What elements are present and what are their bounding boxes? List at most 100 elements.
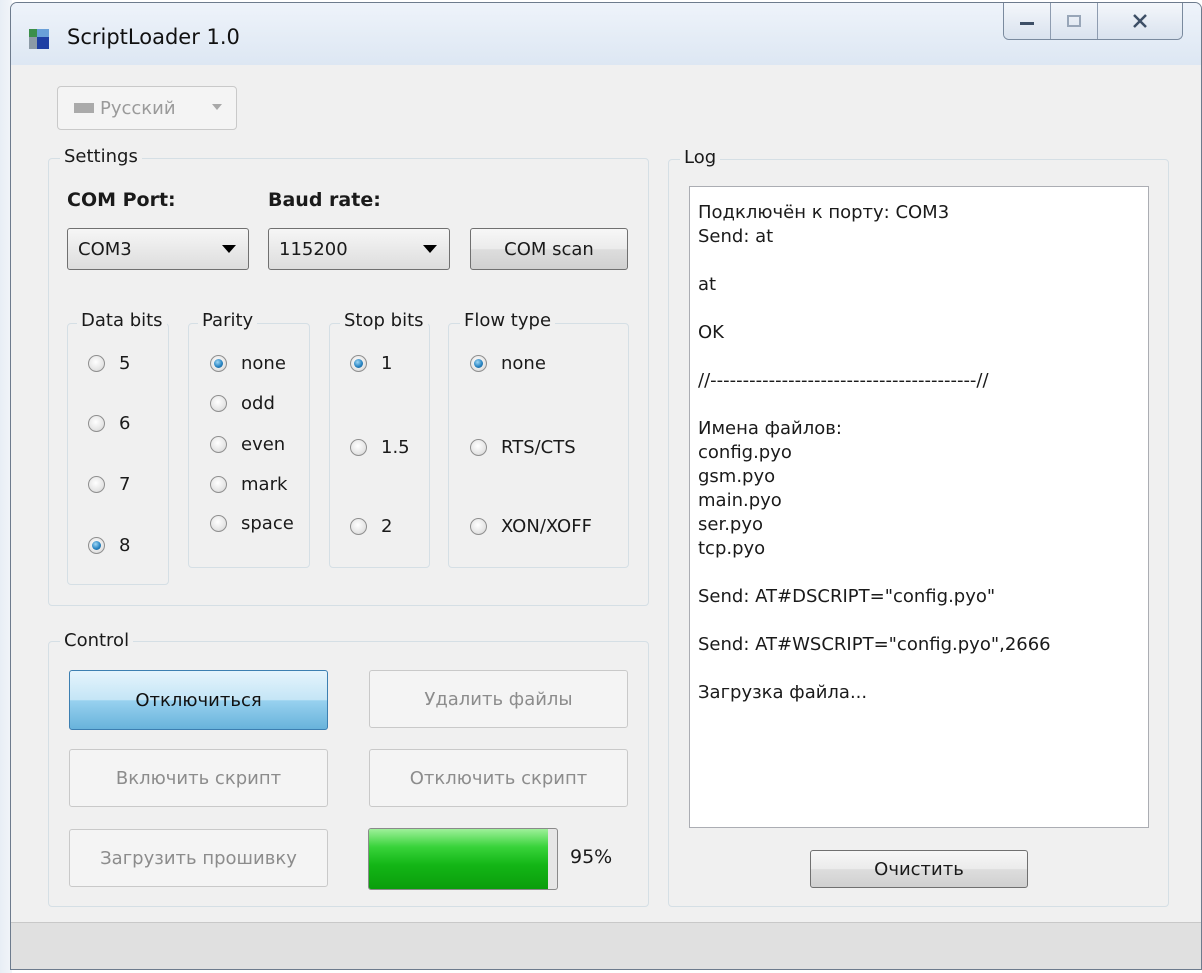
log-line: ser.pyo: [698, 514, 764, 535]
enable-script-button[interactable]: Включить скрипт: [69, 749, 328, 807]
language-value: Русский: [100, 97, 176, 119]
radio-indicator: [88, 355, 105, 372]
stop-bits-legend: Stop bits: [340, 310, 428, 331]
clear-log-button[interactable]: Очистить: [810, 850, 1028, 888]
log-line: Загрузка файла...: [698, 682, 868, 703]
log-line: Send: AT#DSCRIPT="config.pyo": [698, 586, 996, 607]
radio-indicator: [350, 439, 367, 456]
upload-progress-bar: [368, 828, 558, 890]
close-icon: [1133, 14, 1147, 28]
maximize-button[interactable]: [1051, 3, 1098, 39]
radio-indicator: [210, 476, 227, 493]
minimize-icon: [1020, 22, 1034, 25]
stop-bits-2-radio[interactable]: 2: [350, 516, 392, 537]
log-line: Send: AT#WSCRIPT="config.pyo",2666: [698, 634, 1051, 655]
stop-bits-1-5-radio[interactable]: 1.5: [350, 437, 410, 458]
chevron-down-icon: [222, 245, 236, 253]
flag-icon: [74, 103, 94, 113]
data-bits-6-radio[interactable]: 6: [88, 413, 130, 434]
data-bits-5-radio[interactable]: 5: [88, 353, 130, 374]
parity-mark-radio[interactable]: mark: [210, 474, 287, 495]
com-port-label: COM Port:: [67, 189, 176, 211]
radio-label: RTS/CTS: [501, 437, 576, 458]
chevron-down-icon: [423, 245, 437, 253]
radio-label: 8: [119, 535, 131, 556]
baud-rate-label: Baud rate:: [268, 189, 381, 211]
flow-rts-cts-radio[interactable]: RTS/CTS: [470, 437, 576, 458]
close-button[interactable]: [1098, 3, 1182, 39]
radio-label: 2: [381, 516, 393, 537]
radio-label: 1.5: [381, 437, 410, 458]
baud-rate-value: 115200: [279, 238, 348, 260]
baud-rate-select[interactable]: 115200: [268, 228, 450, 270]
radio-indicator: [470, 518, 487, 535]
disable-script-button[interactable]: Отключить скрипт: [369, 749, 628, 807]
radio-label: mark: [241, 474, 288, 495]
progress-percent-label: 95%: [570, 846, 613, 868]
radio-indicator: [210, 436, 227, 453]
log-line: Send: at: [698, 226, 774, 247]
log-line: OK: [698, 322, 724, 343]
radio-label: even: [241, 434, 286, 455]
radio-indicator: [210, 395, 227, 412]
title-bar[interactable]: ScriptLoader 1.0: [11, 3, 1201, 66]
radio-label: 7: [119, 474, 131, 495]
progress-fill: [369, 829, 548, 889]
data-bits-8-radio[interactable]: 8: [88, 535, 130, 556]
com-port-value: COM3: [78, 238, 132, 260]
disconnect-button[interactable]: Отключиться: [69, 670, 328, 730]
radio-indicator: [210, 355, 227, 372]
radio-label: 5: [119, 353, 131, 374]
log-legend: Log: [680, 147, 721, 168]
parity-space-radio[interactable]: space: [210, 513, 294, 534]
app-icon: [29, 29, 49, 49]
log-line: //--------------------------------------…: [698, 370, 989, 391]
radio-label: XON/XOFF: [501, 516, 592, 537]
data-bits-7-radio[interactable]: 7: [88, 474, 130, 495]
log-line: tcp.pyo: [698, 538, 766, 559]
minimize-button[interactable]: [1004, 3, 1051, 39]
flow-none-radio[interactable]: none: [470, 353, 546, 374]
control-legend: Control: [60, 630, 134, 651]
log-line: main.pyo: [698, 490, 782, 511]
radio-indicator: [210, 515, 227, 532]
radio-label: none: [501, 353, 546, 374]
log-textarea[interactable]: Подключён к порту: COM3 Send: at at OK //---…: [689, 186, 1149, 828]
log-line: at: [698, 274, 717, 295]
upload-firmware-button[interactable]: Загрузить прошивку: [69, 829, 328, 887]
status-bar: [11, 922, 1201, 969]
com-scan-button[interactable]: COM scan: [470, 228, 628, 270]
radio-label: odd: [241, 393, 275, 414]
parity-odd-radio[interactable]: odd: [210, 393, 275, 414]
settings-legend: Settings: [60, 146, 142, 167]
parity-legend: Parity: [198, 310, 258, 331]
radio-indicator: [470, 439, 487, 456]
log-line: gsm.pyo: [698, 466, 776, 487]
chevron-down-icon: [212, 104, 222, 110]
parity-none-radio[interactable]: none: [210, 353, 286, 374]
radio-label: none: [241, 353, 286, 374]
language-select[interactable]: Русский: [57, 86, 237, 130]
parity-even-radio[interactable]: even: [210, 434, 285, 455]
radio-indicator: [350, 355, 367, 372]
radio-indicator: [88, 476, 105, 493]
radio-indicator: [470, 355, 487, 372]
caption-buttons: [1003, 3, 1183, 40]
radio-label: 6: [119, 413, 131, 434]
stop-bits-1-radio[interactable]: 1: [350, 353, 392, 374]
log-line: config.pyo: [698, 442, 792, 463]
radio-indicator: [350, 518, 367, 535]
com-port-select[interactable]: COM3: [67, 228, 249, 270]
maximize-icon: [1067, 15, 1081, 27]
data-bits-legend: Data bits: [77, 310, 167, 331]
radio-indicator: [88, 415, 105, 432]
flow-xon-xoff-radio[interactable]: XON/XOFF: [470, 516, 592, 537]
log-line: Подключён к порту: COM3: [698, 202, 950, 223]
delete-files-button[interactable]: Удалить файлы: [369, 670, 628, 728]
